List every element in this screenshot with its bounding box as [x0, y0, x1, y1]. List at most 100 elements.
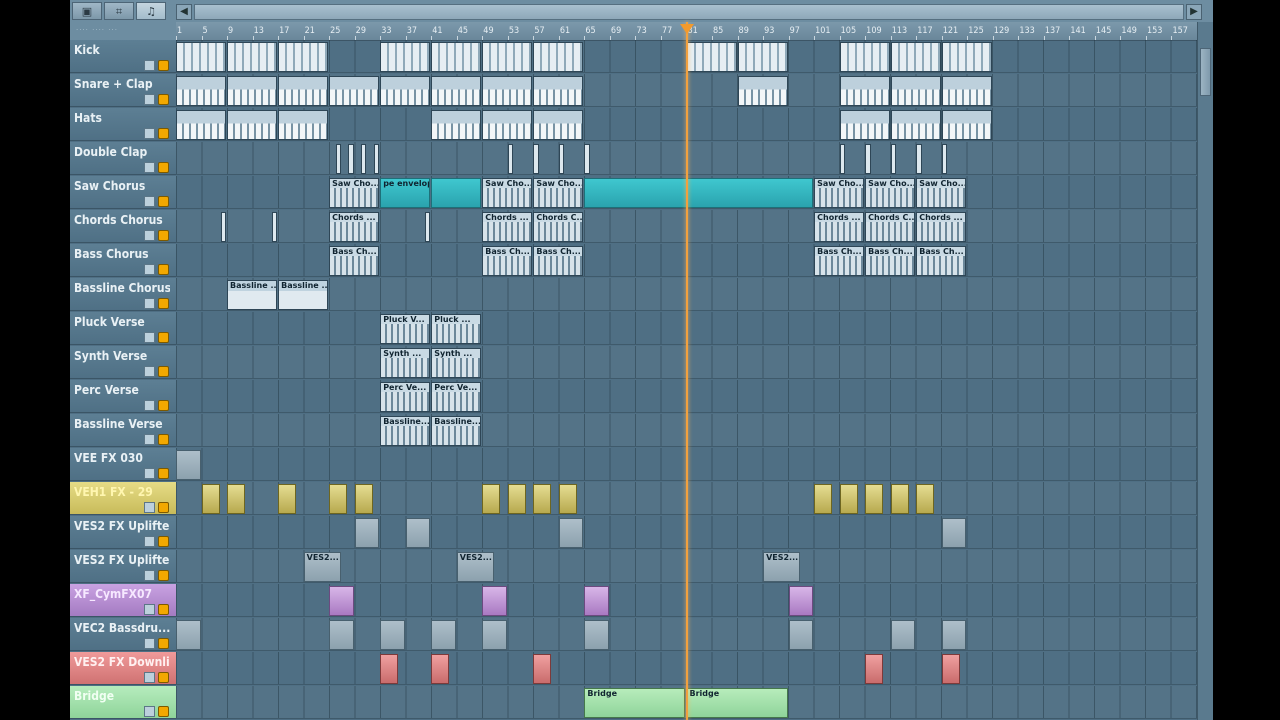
playlist-clip[interactable]: Bass Ch...	[482, 246, 533, 276]
playlist-clip[interactable]	[348, 144, 354, 174]
playlist-clip[interactable]	[424, 212, 431, 242]
pattern-icon[interactable]	[144, 706, 155, 717]
playlist-clip[interactable]: Chords C...	[533, 212, 584, 242]
playlist-clip[interactable]	[380, 620, 405, 650]
track-header[interactable]: Bassline Chorus	[70, 278, 176, 311]
mute-led-icon[interactable]	[158, 536, 169, 547]
playlist-clip[interactable]	[558, 484, 578, 514]
track-header[interactable]: Perc Verse	[70, 380, 176, 413]
mute-led-icon[interactable]	[158, 570, 169, 581]
playlist-clip[interactable]	[533, 76, 584, 106]
mute-led-icon[interactable]	[158, 672, 169, 683]
track-header[interactable]: VES2 FX Uplifte...	[70, 550, 176, 583]
playlist-clip[interactable]	[278, 484, 297, 514]
playlist-clip[interactable]	[533, 42, 584, 72]
track-header[interactable]: Hats	[70, 108, 176, 141]
playlist-clip[interactable]	[278, 110, 329, 140]
playlist-clip[interactable]	[890, 42, 941, 72]
playlist-clip[interactable]	[839, 484, 858, 514]
playlist-clip[interactable]	[737, 76, 788, 106]
pattern-icon[interactable]	[144, 502, 155, 513]
playhead-marker-icon[interactable]	[679, 24, 694, 34]
playlist-clip[interactable]: Saw Cho...	[533, 178, 584, 208]
mute-led-icon[interactable]	[158, 604, 169, 615]
playlist-clip[interactable]	[941, 42, 992, 72]
playlist-clip[interactable]	[176, 620, 201, 650]
playlist-clip[interactable]	[373, 144, 380, 174]
mute-led-icon[interactable]	[158, 60, 169, 71]
playlist-clip[interactable]: Chords C...	[865, 212, 916, 242]
mute-led-icon[interactable]	[158, 264, 169, 275]
pattern-icon[interactable]	[144, 332, 155, 343]
playlist-clip[interactable]	[890, 110, 941, 140]
pattern-icon[interactable]	[144, 298, 155, 309]
playlist-clip[interactable]: Chords ...	[814, 212, 865, 242]
playlist-clip[interactable]	[220, 212, 227, 242]
mute-led-icon[interactable]	[158, 332, 169, 343]
track-header[interactable]: Snare + Clap	[70, 74, 176, 107]
playlist-clip[interactable]	[431, 42, 482, 72]
vertical-scrollbar[interactable]	[1197, 22, 1213, 720]
pattern-icon[interactable]	[144, 468, 155, 479]
playlist-clip[interactable]	[788, 620, 814, 650]
playlist-clip[interactable]	[380, 654, 399, 684]
pattern-icon[interactable]	[144, 264, 155, 275]
playlist-clip[interactable]	[584, 144, 590, 174]
pattern-icon[interactable]	[144, 604, 155, 615]
playlist-clip[interactable]: Bass Ch...	[533, 246, 584, 276]
playlist-clip[interactable]	[176, 450, 201, 480]
playlist-clip[interactable]: Bassline...	[380, 416, 431, 446]
playlist-clip[interactable]	[584, 178, 814, 208]
playlist-clip[interactable]: Saw Cho...	[329, 178, 380, 208]
playlist-clip[interactable]	[361, 144, 367, 174]
playlist-clip[interactable]	[865, 484, 884, 514]
playlist-clip[interactable]	[558, 144, 565, 174]
pattern-icon[interactable]	[144, 638, 155, 649]
playlist-clip[interactable]	[839, 76, 890, 106]
mute-led-icon[interactable]	[158, 298, 169, 309]
playlist-clip[interactable]	[278, 76, 329, 106]
playlist-clip[interactable]	[176, 110, 227, 140]
track-header[interactable]: XF_CymFX07	[70, 584, 176, 617]
playlist-clip[interactable]	[788, 586, 814, 616]
track-header[interactable]: VES2 FX Uplifte...	[70, 516, 176, 549]
playlist-clip[interactable]: VES2...	[763, 552, 801, 582]
playlist-clip[interactable]	[227, 76, 278, 106]
playlist-clip[interactable]	[482, 586, 507, 616]
playlist-clip[interactable]	[201, 484, 220, 514]
playlist-clip[interactable]: Pluck ...	[431, 314, 482, 344]
playlist-clip[interactable]	[890, 620, 916, 650]
pattern-icon[interactable]	[144, 366, 155, 377]
playlist-clip[interactable]: VES2...	[456, 552, 495, 582]
playlist-clip[interactable]: Synth ...	[380, 348, 431, 378]
mute-led-icon[interactable]	[158, 162, 169, 173]
playlist-clip[interactable]	[916, 484, 935, 514]
playlist-clip[interactable]	[941, 110, 992, 140]
pattern-icon[interactable]	[144, 60, 155, 71]
pattern-icon[interactable]	[144, 94, 155, 105]
playlist-clip[interactable]	[941, 518, 967, 548]
pattern-icon[interactable]	[144, 536, 155, 547]
playlist-clip[interactable]	[329, 586, 354, 616]
playlist-clip[interactable]	[584, 620, 609, 650]
playlist-clip[interactable]	[176, 76, 227, 106]
mute-led-icon[interactable]	[158, 196, 169, 207]
playlist-clip[interactable]	[839, 42, 890, 72]
playlist-clip[interactable]	[380, 76, 431, 106]
playlist-clip[interactable]	[227, 110, 278, 140]
playlist-clip[interactable]	[176, 42, 227, 72]
playlist-clip[interactable]: Perc Ve...	[380, 382, 431, 412]
track-header[interactable]: Saw Chorus	[70, 176, 176, 209]
scroll-left-icon[interactable]: ◀	[176, 4, 192, 20]
playlist-clip[interactable]: Saw Cho...	[814, 178, 865, 208]
mute-led-icon[interactable]	[158, 638, 169, 649]
playlist-clip[interactable]	[431, 654, 450, 684]
track-header[interactable]: Chords Chorus	[70, 210, 176, 243]
vertical-scroll-thumb[interactable]	[1200, 48, 1211, 96]
playlist-clip[interactable]: Bass Ch...	[814, 246, 865, 276]
pattern-icon[interactable]	[144, 230, 155, 241]
track-header[interactable]: Pluck Verse	[70, 312, 176, 345]
playlist-clip[interactable]	[941, 620, 967, 650]
playlist-clip[interactable]	[380, 42, 431, 72]
playlist-clip[interactable]: Chords ...	[482, 212, 533, 242]
